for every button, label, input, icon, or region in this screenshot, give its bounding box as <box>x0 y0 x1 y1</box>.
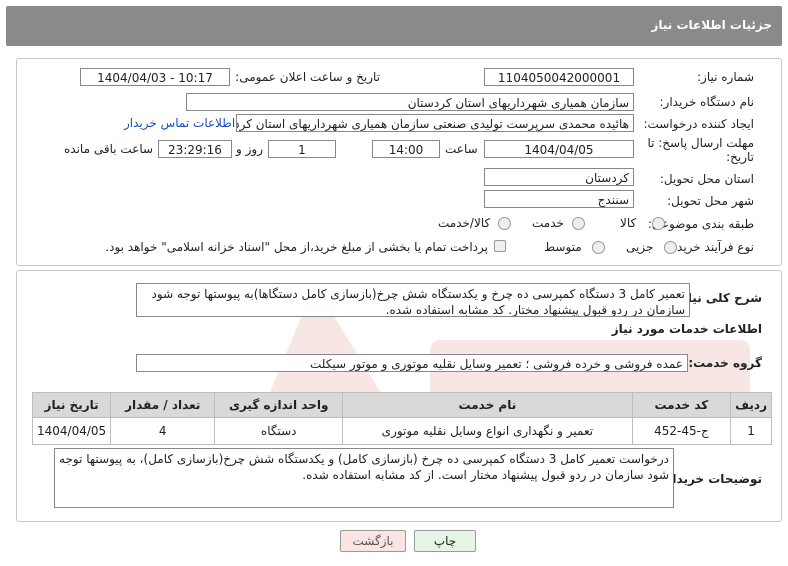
summary-textarea[interactable]: تعمیر کامل 3 دستگاه کمپرسی ده چرخ و یکدس… <box>136 283 690 317</box>
process-label: نوع فرآیند خرید : <box>669 240 754 254</box>
service-group-field[interactable]: عمده فروشی و خرده فروشی ؛ تعمیر وسایل نق… <box>136 354 688 372</box>
category-radio-goods-service[interactable] <box>498 217 511 230</box>
print-button[interactable]: چاپ <box>414 530 476 552</box>
process-option-medium: متوسط <box>544 240 582 254</box>
category-option-goods-service: کالا/خدمت <box>438 216 491 230</box>
col-quantity: تعداد / مقدار <box>110 392 216 418</box>
province-field[interactable]: کردستان <box>484 168 634 186</box>
process-radio-minor[interactable] <box>664 241 677 254</box>
days-label: روز و <box>236 142 263 156</box>
deadline-date-field[interactable]: 1404/04/05 <box>484 140 634 158</box>
buyer-notes-textarea[interactable]: درخواست تعمیر کامل 3 دستگاه کمپرسی ده چر… <box>54 448 674 508</box>
creator-field[interactable]: هائیده محمدی سرپرست تولیدی صنعتی سازمان … <box>236 114 634 132</box>
need-details-panel <box>16 58 782 266</box>
col-need-date: تاریخ نیاز <box>31 392 112 418</box>
deadline-label: مهلت ارسال پاسخ: تا <box>647 136 754 150</box>
payment-note: پرداخت تمام یا بخشی از مبلغ خرید،از محل … <box>105 240 488 254</box>
cell-service-name: تعمیر و نگهداری انواع وسایل نقلیه موتوری <box>342 417 633 445</box>
need-number-field[interactable]: 1104050042000001 <box>484 68 634 86</box>
category-radio-service[interactable] <box>572 217 585 230</box>
buyer-org-label: نام دستگاه خریدار: <box>659 95 755 109</box>
treasury-payment-checkbox[interactable] <box>494 240 506 252</box>
cell-need-date: 1404/04/05 <box>31 417 112 445</box>
announce-date-label: تاریخ و ساعت اعلان عمومی: <box>235 70 380 84</box>
services-table: ردیف کد خدمت نام خدمت واحد اندازه گیری ت… <box>31 392 772 445</box>
buyer-notes-label: توضیحات خریدار: <box>660 472 762 486</box>
deadline-label-date: تاریخ: <box>726 150 754 164</box>
cell-unit: دستگاه <box>214 417 344 445</box>
remaining-time-label: ساعت باقی مانده <box>64 142 154 156</box>
process-radio-medium[interactable] <box>592 241 605 254</box>
services-section-title: اطلاعات خدمات مورد نیاز <box>611 322 762 336</box>
table-row: 1 ج-45-452 تعمیر و نگهداری انواع وسایل ن… <box>31 417 772 445</box>
remaining-time-field[interactable]: 23:29:16 <box>158 140 232 158</box>
col-unit: واحد اندازه گیری <box>214 392 344 418</box>
category-option-goods: کالا <box>620 216 637 230</box>
buyer-org-field[interactable]: سازمان همیاری شهرداریهای استان کردستان <box>186 93 634 111</box>
col-service-code: کد خدمت <box>631 392 732 418</box>
announce-date-field[interactable]: 1404/04/03 - 10:17 <box>80 68 230 86</box>
category-option-service: خدمت <box>532 216 564 230</box>
city-label: شهر محل تحویل: <box>667 194 754 208</box>
back-button[interactable]: بازگشت <box>340 530 406 552</box>
page-header: جزئیات اطلاعات نیاز <box>6 6 782 46</box>
cell-row: 1 <box>730 417 772 445</box>
process-option-minor: جزیی <box>626 240 654 254</box>
cell-service-code: ج-45-452 <box>631 417 732 445</box>
deadline-time-field[interactable]: 14:00 <box>372 140 440 158</box>
remaining-days-field[interactable]: 1 <box>268 140 336 158</box>
page-title: جزئیات اطلاعات نیاز <box>651 18 772 32</box>
col-row: ردیف <box>730 392 772 418</box>
buyer-contact-link[interactable]: اطلاعات تماس خریدار <box>124 116 235 130</box>
creator-label: ایجاد کننده درخواست: <box>643 117 754 131</box>
col-service-name: نام خدمت <box>342 392 633 418</box>
province-label: استان محل تحویل: <box>659 172 754 186</box>
category-radio-goods[interactable] <box>652 217 665 230</box>
city-field[interactable]: سنندج <box>484 190 634 208</box>
service-group-label: گروه خدمت: <box>688 356 762 370</box>
deadline-time-label: ساعت <box>445 142 478 156</box>
cell-quantity: 4 <box>110 417 216 445</box>
services-table-header: ردیف کد خدمت نام خدمت واحد اندازه گیری ت… <box>31 392 772 418</box>
need-number-label: شماره نیاز: <box>697 70 754 84</box>
